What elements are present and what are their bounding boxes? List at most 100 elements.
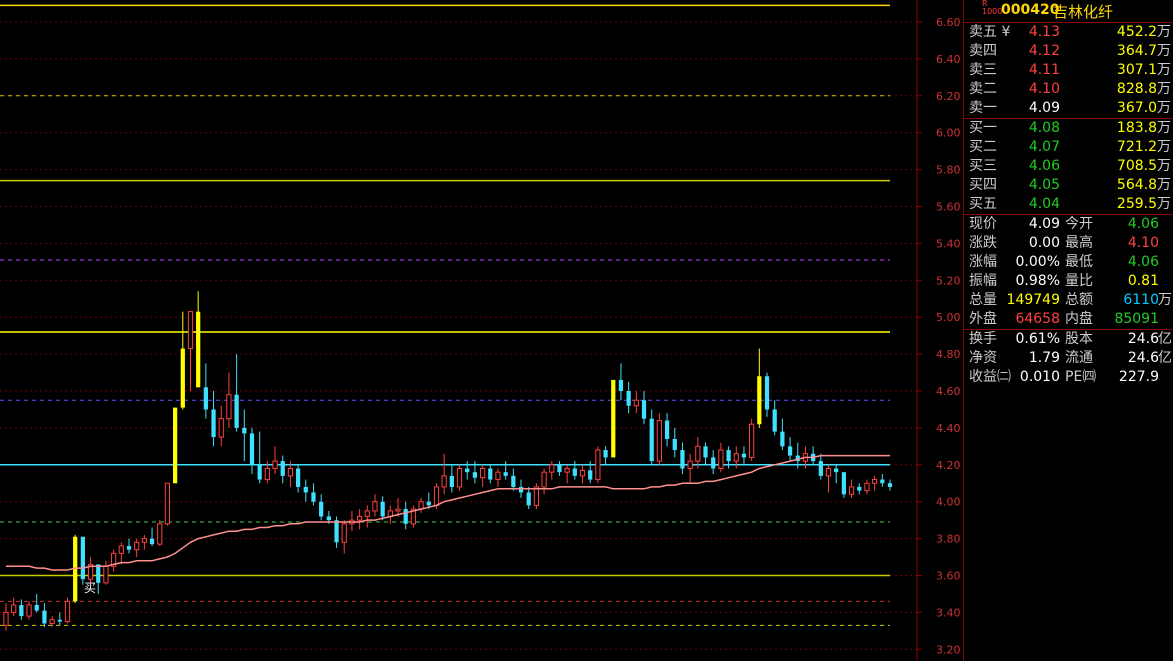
- quote-label: 总额: [1065, 292, 1093, 308]
- candle-body: [733, 453, 739, 462]
- quote-label: 涨跌: [969, 235, 997, 251]
- quote-row: 涨跌 0.00 最高 4.10: [964, 234, 1173, 253]
- order-book-row: 卖三 4.11 307.1 万: [964, 61, 1173, 80]
- candle-body: [772, 409, 777, 432]
- candle-body: [741, 453, 747, 458]
- candle-body: [441, 475, 447, 488]
- candle-body: [96, 564, 101, 583]
- quote-row: 涨幅 0.00% 最低 4.06: [964, 253, 1173, 272]
- candle-body: [749, 423, 755, 458]
- quote-value: 149749: [1006, 292, 1060, 308]
- book-price: 4.11: [1028, 62, 1060, 78]
- axis-label: 6.60: [936, 16, 961, 29]
- order-book-row: 买一 4.08 183.8 万: [964, 119, 1173, 138]
- candle-body: [857, 486, 862, 491]
- order-book-row: 买四 4.05 564.8 万: [964, 176, 1173, 195]
- quote-label: 总量: [969, 292, 997, 308]
- axis-label: 5.80: [936, 164, 961, 177]
- book-volume: 367.0: [1116, 100, 1157, 116]
- candle-body: [264, 467, 270, 481]
- candle-body: [472, 472, 478, 478]
- quote-value: 4.09: [1028, 216, 1060, 232]
- candle-body: [319, 501, 324, 517]
- quote-panel: R 1000 000420 吉林化纤 卖五 ¥4.13 452.2 万卖四 4.12 36…: [963, 0, 1173, 661]
- book-label: 卖三: [969, 62, 997, 78]
- candle-body: [141, 538, 147, 543]
- candle-body: [572, 468, 577, 476]
- axis-label: 6.20: [936, 90, 961, 103]
- candle-body: [864, 482, 870, 492]
- candle-body: [541, 471, 547, 488]
- candle-body: [695, 445, 701, 462]
- candle-body: [403, 509, 408, 524]
- candle-body: [465, 468, 470, 473]
- sell-order-book: 卖五 ¥4.13 452.2 万卖四 4.12 364.7 万卖三 4.11 307.1 万卖二…: [964, 23, 1173, 119]
- candle-body: [134, 541, 140, 551]
- order-book-row: 卖二 4.10 828.8 万: [964, 80, 1173, 99]
- book-label: 买五: [969, 196, 997, 212]
- quote-unit: 亿: [1158, 331, 1172, 347]
- quote-value: 0.81: [1127, 273, 1159, 289]
- candle-body: [557, 464, 562, 473]
- book-unit: 万: [1157, 24, 1171, 40]
- candle-body: [433, 486, 440, 506]
- book-label: 买四: [969, 177, 997, 193]
- candle-body: [633, 399, 639, 407]
- candle-body: [841, 472, 846, 495]
- book-price: 4.05: [1028, 177, 1060, 193]
- quote-label: 净资: [969, 350, 997, 366]
- axis-label: 5.60: [936, 201, 961, 214]
- candle-body: [203, 387, 208, 410]
- book-unit: 万: [1157, 177, 1171, 193]
- candle-body: [533, 486, 540, 506]
- quote-label: 涨幅: [969, 254, 997, 270]
- book-label: 买三: [969, 158, 997, 174]
- candle-body: [834, 468, 839, 473]
- candle-body: [380, 501, 385, 517]
- candle-body: [518, 486, 524, 493]
- book-unit: 万: [1157, 120, 1171, 136]
- candle-body: [479, 467, 486, 479]
- candle-body: [711, 457, 716, 469]
- quote-value: 85091: [1114, 311, 1159, 327]
- axis-label: 5.00: [936, 311, 961, 324]
- candle-body: [249, 433, 255, 465]
- quote-label: 最低: [1065, 254, 1093, 270]
- book-volume: 183.8: [1116, 120, 1157, 136]
- candle-body: [19, 605, 24, 617]
- quote-row: 振幅 0.98% 量比 0.81: [964, 272, 1173, 291]
- book-volume: 259.5: [1116, 196, 1157, 212]
- candle-body: [295, 468, 301, 487]
- price-chart[interactable]: 6.60 6.40 6.20 6.00 5.80 5.60 5.40 5.20 5.00 4.80…: [0, 0, 962, 661]
- book-volume: 307.1: [1116, 62, 1157, 78]
- candle-body: [42, 610, 47, 624]
- candle-body: [157, 523, 163, 545]
- quote-value: 64658: [1015, 311, 1060, 327]
- quote-row: 总量 149749 总额 6110 万: [964, 291, 1173, 310]
- quote-value: 227.9: [1118, 369, 1159, 385]
- candle-body: [595, 449, 601, 481]
- candle-body: [764, 376, 770, 410]
- book-unit: 万: [1157, 196, 1171, 212]
- candle-body: [672, 438, 677, 451]
- quote-label: 振幅: [969, 273, 997, 289]
- candle-body: [187, 311, 194, 350]
- candle-body: [664, 420, 670, 439]
- quote-row: 净资 1.79 流通 24.6 亿: [964, 349, 1173, 368]
- candle-body: [118, 545, 124, 554]
- candle-body: [180, 348, 185, 408]
- candle-body: [687, 460, 693, 469]
- candle-body: [103, 565, 109, 584]
- candle-body: [126, 545, 132, 550]
- candle-body: [326, 516, 331, 521]
- book-unit: 万: [1157, 158, 1171, 174]
- candle-body: [726, 450, 731, 462]
- candle-body: [226, 394, 232, 420]
- candle-body: [272, 460, 278, 469]
- candle-body: [196, 311, 201, 388]
- book-price: 4.12: [1028, 43, 1060, 59]
- candle-body: [757, 376, 762, 425]
- book-price: 4.08: [1028, 120, 1060, 136]
- quote-value: 0.00: [1028, 235, 1060, 251]
- candle-body: [848, 486, 855, 495]
